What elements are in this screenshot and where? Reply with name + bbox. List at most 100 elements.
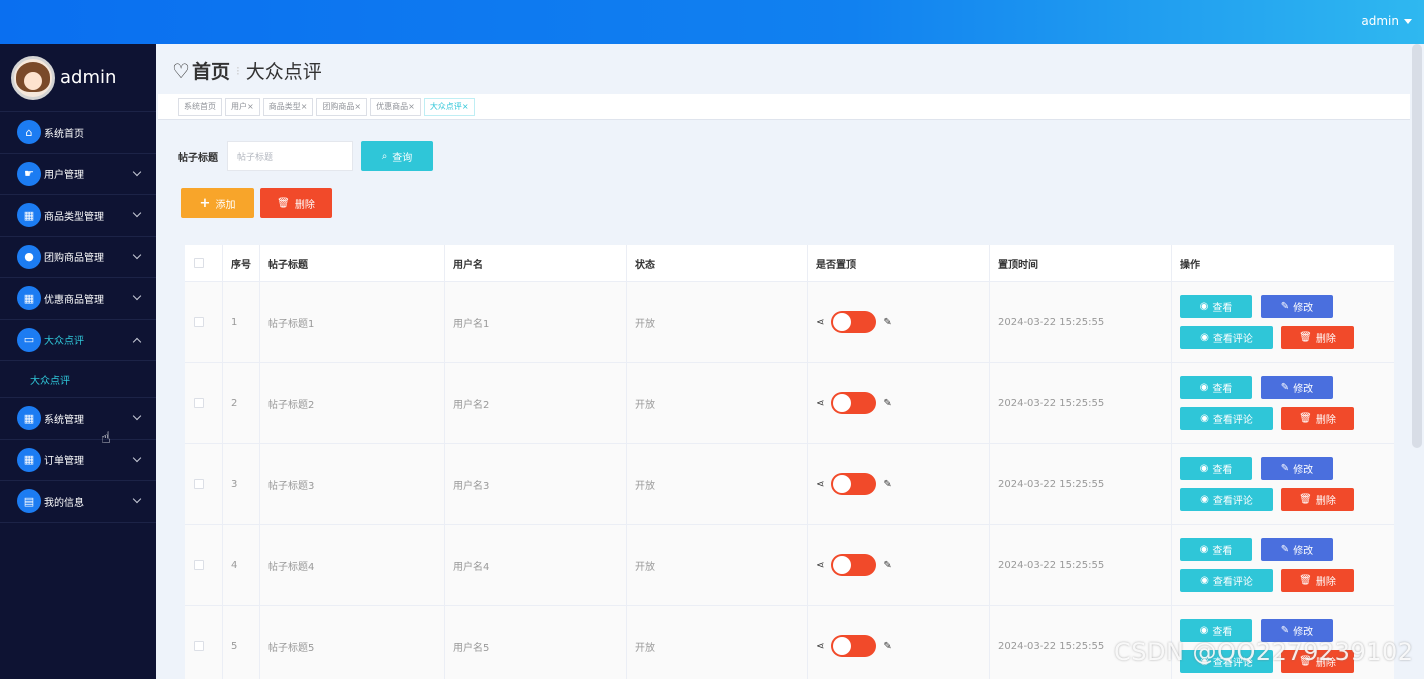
scrollbar[interactable] (1412, 44, 1422, 448)
briefcase-icon: ▭ (17, 327, 41, 352)
avatar (11, 55, 55, 100)
close-icon[interactable]: × (354, 102, 361, 111)
edit-pencil-icon[interactable]: ✎ (883, 317, 891, 328)
sidebar-subitem[interactable]: 大众点评 (0, 361, 156, 398)
select-all-cell[interactable] (185, 245, 223, 281)
edit-button[interactable]: ✎ 修改 (1261, 538, 1333, 561)
edit-button[interactable]: ✎ 修改 (1261, 295, 1333, 318)
row-index: 3 (223, 444, 260, 524)
tag-tab[interactable]: 商品类型 × (262, 97, 314, 116)
delete-button[interactable]: 🗑 删除 (1281, 569, 1354, 592)
caret-down-icon (1404, 19, 1412, 24)
pinned-toggle[interactable] (831, 311, 877, 333)
user-menu[interactable]: admin (1361, 14, 1412, 28)
edit-pencil-icon[interactable]: ✎ (883, 479, 891, 490)
row-index: 4 (223, 525, 260, 605)
row-checkbox[interactable] (194, 398, 204, 408)
view-comments-button[interactable]: ◉ 查看评论 (1180, 407, 1273, 430)
id-card-icon: ▤ (17, 489, 41, 514)
sidebar-item-label: 系统管理 (44, 414, 84, 426)
tag-tab[interactable]: 优惠商品 × (370, 97, 421, 116)
sidebar-item[interactable]: ▦ 商品类型管理 (0, 195, 156, 237)
tag-tab[interactable]: 团购商品 × (316, 97, 368, 116)
sidebar-item[interactable]: ⌂ 系统首页 (0, 112, 156, 154)
view-button[interactable]: ◉ 查看 (1180, 376, 1252, 399)
close-icon[interactable]: × (408, 102, 415, 111)
plus-icon: + (199, 195, 211, 211)
sidebar-item[interactable]: ▦ 优惠商品管理 (0, 278, 156, 320)
pinned-toggle[interactable] (831, 473, 877, 495)
trash-icon: 🗑 (1299, 332, 1312, 343)
row-title: 帖子标题2 (260, 363, 445, 443)
sidebar-item-label: 订单管理 (44, 456, 84, 468)
batch-delete-button[interactable]: 🗑 删除 (260, 188, 332, 218)
row-checkbox[interactable] (194, 317, 204, 327)
view-button[interactable]: ◉ 查看 (1180, 538, 1252, 561)
view-button[interactable]: ◉ 查看 (1180, 457, 1252, 480)
tag-tab[interactable]: 系统首页 (178, 97, 222, 116)
column-header: 是否置顶 (808, 245, 990, 281)
sidebar-item[interactable]: ▦ 订单管理 (0, 440, 156, 481)
eye-icon: ◉ (1200, 413, 1209, 424)
add-button[interactable]: + 添加 (181, 188, 254, 218)
search-input[interactable]: 帖子标题 (227, 141, 353, 171)
pinned-toggle[interactable] (831, 392, 877, 414)
grid-icon: ▦ (17, 447, 41, 472)
sidebar-item-label: 商品类型管理 (44, 211, 104, 223)
edit-pencil-icon[interactable]: ✎ (883, 398, 891, 409)
breadcrumb-separator: ⁝ (235, 63, 240, 78)
edit-button[interactable]: ✎ 修改 (1261, 376, 1333, 399)
column-header: 操作 (1180, 259, 1200, 271)
edit-button[interactable]: ✎ 修改 (1261, 457, 1333, 480)
row-pin-time: 2024-03-22 15:25:55 (990, 525, 1172, 605)
delete-button[interactable]: 🗑 删除 (1281, 326, 1354, 349)
search-bar: 帖子标题 帖子标题 (178, 141, 353, 171)
table-row: 1 帖子标题1 用户名1 开放 ⋖ ✎ 2024-03-22 15:25:55 ◉ 查看 ✎ 修改 ◉… (185, 282, 1394, 363)
breadcrumb-home[interactable]: 首页 (192, 57, 230, 84)
edit-button-label: 修改 (1293, 546, 1314, 557)
row-select-cell (185, 444, 223, 524)
row-checkbox[interactable] (194, 560, 204, 570)
sidebar-item[interactable]: ▦ 系统管理 (0, 398, 156, 440)
table-header: 序号 帖子标题 用户名 状态 是否置顶 置顶时间 操作 (185, 245, 1394, 282)
home-icon: ⌂ (17, 120, 41, 145)
row-checkbox[interactable] (194, 641, 204, 651)
trash-icon: 🗑 (1299, 413, 1312, 424)
view-button[interactable]: ◉ 查看 (1180, 295, 1252, 318)
edit-pencil-icon[interactable]: ✎ (883, 641, 891, 652)
edit-button-label: 修改 (1293, 627, 1314, 638)
column-header: 状态 (627, 245, 808, 281)
view-comments-button[interactable]: ◉ 查看评论 (1180, 326, 1273, 349)
share-icon: ⋖ (816, 559, 825, 571)
chevron-down-icon (132, 411, 142, 421)
sidebar-item-label: 我的信息 (44, 497, 84, 509)
pinned-toggle[interactable] (831, 554, 877, 576)
select-all-checkbox[interactable] (194, 258, 204, 268)
close-icon[interactable]: × (247, 102, 254, 111)
delete-button[interactable]: 🗑 删除 (1281, 488, 1354, 511)
sidebar-item[interactable]: ☛ 用户管理 (0, 154, 156, 195)
close-icon[interactable]: × (462, 102, 469, 111)
query-button[interactable]: ⌕ 查询 (361, 141, 433, 171)
view-comments-button[interactable]: ◉ 查看评论 (1180, 569, 1273, 592)
tag-tab[interactable]: 大众点评 × (423, 97, 475, 116)
tag-tab[interactable]: 用户 × (225, 97, 260, 116)
breadcrumb-current: 大众点评 (245, 61, 322, 83)
column-header: 序号 (223, 245, 260, 281)
row-title: 帖子标题4 (260, 525, 445, 605)
edit-pencil-icon[interactable]: ✎ (883, 560, 891, 571)
breadcrumb: ♡ 首页 ⁝ 大众点评 (172, 57, 322, 84)
row-select-cell (185, 525, 223, 605)
view-comments-button[interactable]: ◉ 查看评论 (1180, 488, 1273, 511)
sidebar-item-label: 优惠商品管理 (44, 294, 104, 306)
delete-button[interactable]: 🗑 删除 (1281, 407, 1354, 430)
sidebar-item[interactable]: ▭ 大众点评 (0, 320, 156, 361)
sidebar-item[interactable]: ● 团购商品管理 (0, 237, 156, 278)
sidebar-item-label: 大众点评 (44, 336, 84, 348)
close-icon[interactable]: × (301, 102, 308, 111)
row-checkbox[interactable] (194, 479, 204, 489)
edit-button-label: 修改 (1293, 465, 1314, 476)
sidebar-item[interactable]: ▤ 我的信息 (0, 481, 156, 523)
pinned-toggle[interactable] (831, 635, 877, 657)
row-status: 开放 (627, 282, 808, 362)
